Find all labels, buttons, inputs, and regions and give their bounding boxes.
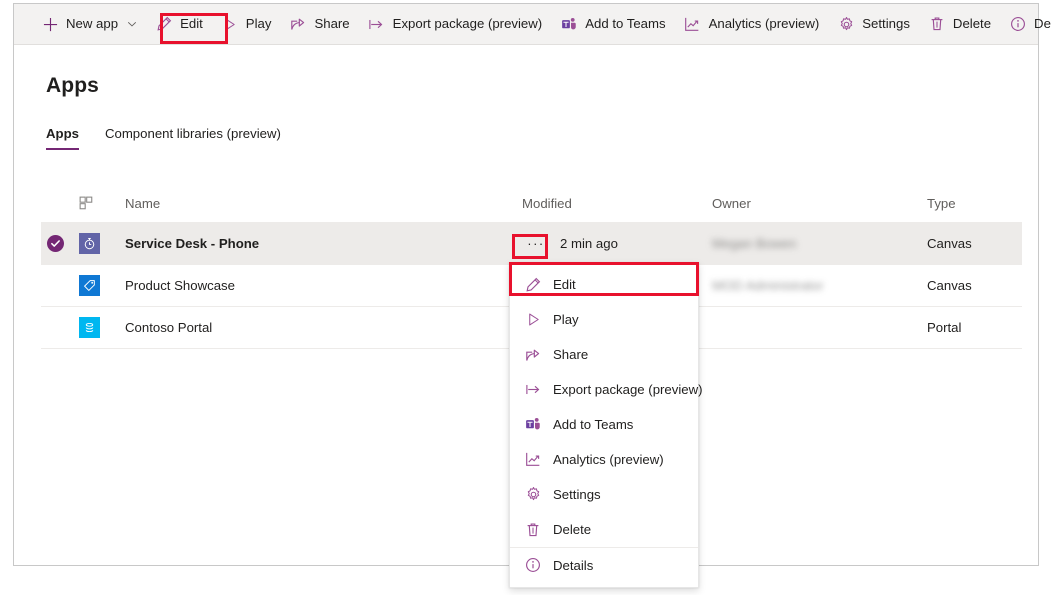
info-icon [1009,15,1027,33]
toolbar-analytics-button[interactable]: Analytics (preview) [675,4,829,44]
toolbar-details-label: Details [1034,17,1051,30]
toolbar-delete-label: Delete [953,17,991,30]
toolbar-add-to-teams-label: Add to Teams [585,17,665,30]
pencil-icon [155,15,173,33]
row-owner-cell: Megan Bowen [712,236,927,251]
header-modified[interactable]: Modified [522,196,712,211]
tab-component-libraries[interactable]: Component libraries (preview) [105,126,281,150]
row-owner-cell: MOD Administrator [712,278,927,293]
menu-item-edit[interactable]: Edit [510,267,698,302]
share-icon [289,15,307,33]
menu-item-add-to-teams-label: Add to Teams [553,417,633,432]
toolbar-settings-label: Settings [862,17,910,30]
menu-item-settings[interactable]: Settings [510,477,698,512]
menu-item-export-package[interactable]: Export package (preview) [510,372,698,407]
menu-item-export-package-label: Export package (preview) [553,382,703,397]
row-app-icon-cell [79,317,125,338]
pivot-tabs: Apps Component libraries (preview) [46,126,307,150]
row-selection-checkbox[interactable] [41,235,79,252]
header-name[interactable]: Name [125,196,522,211]
toolbar-analytics-label: Analytics (preview) [709,17,820,30]
toolbar-share-button[interactable]: Share [280,4,358,44]
menu-item-play[interactable]: Play [510,302,698,337]
menu-item-details[interactable]: Details [510,547,698,582]
analytics-icon [684,15,702,33]
pencil-icon [524,276,542,294]
row-modified-cell: ··· 2 min ago [522,234,712,254]
row-type-value: Canvas [927,236,1022,251]
toolbar-export-package-label: Export package (preview) [393,17,543,30]
row-type-value: Portal [927,320,1022,335]
toolbar-settings-button[interactable]: Settings [828,4,919,44]
share-icon [524,346,542,364]
tab-component-libraries-label: Component libraries (preview) [105,126,281,141]
menu-item-delete-label: Delete [553,522,591,537]
row-app-icon-cell [79,275,125,296]
menu-item-edit-label: Edit [553,277,576,292]
row-app-icon-cell [79,233,125,254]
layout-grid-icon [79,196,94,211]
page-title: Apps [46,74,99,98]
gear-icon [524,486,542,504]
menu-item-analytics[interactable]: Analytics (preview) [510,442,698,477]
header-icon-cell[interactable] [79,196,125,211]
row-owner-value-redacted: MOD Administrator [712,278,823,293]
analytics-icon [524,451,542,469]
menu-item-delete[interactable]: Delete [510,512,698,547]
menu-item-share[interactable]: Share [510,337,698,372]
info-icon [524,556,542,574]
export-icon [368,15,386,33]
teams-icon [524,416,542,434]
play-icon [524,311,542,329]
header-type[interactable]: Type [927,196,1022,211]
toolbar-play-label: Play [246,17,272,30]
trash-icon [928,15,946,33]
toolbar-play-button[interactable]: Play [212,4,281,44]
app-screenshot: New app Edit Play [0,0,1051,595]
row-overflow-menu-button[interactable]: ··· [522,234,550,254]
teams-icon [560,15,578,33]
export-icon [524,381,542,399]
app-frame: New app Edit Play [13,3,1039,566]
toolbar-new-app-label: New app [66,17,118,30]
globe-icon [79,317,100,338]
row-owner-value-redacted: Megan Bowen [712,236,796,251]
tag-icon [79,275,100,296]
table-row[interactable]: Service Desk - Phone ··· 2 min ago Megan… [41,223,1022,265]
toolbar-edit-label: Edit [180,17,203,30]
toolbar-edit-button[interactable]: Edit [146,4,212,44]
list-header-row: Name Modified Owner Type [41,185,1022,223]
row-app-name[interactable]: Service Desk - Phone [125,236,522,251]
plus-icon [41,15,59,33]
row-type-value: Canvas [927,278,1022,293]
menu-item-play-label: Play [553,312,579,327]
toolbar-export-package-button[interactable]: Export package (preview) [359,4,552,44]
play-icon [221,15,239,33]
check-icon [47,235,64,252]
toolbar-details-button[interactable]: Details [1000,4,1051,44]
toolbar-delete-button[interactable]: Delete [919,4,1000,44]
context-menu: Edit Play Share [509,262,699,588]
header-owner[interactable]: Owner [712,196,927,211]
toolbar-new-app-button[interactable]: New app [32,4,146,44]
menu-item-analytics-label: Analytics (preview) [553,452,664,467]
command-bar: New app Edit Play [14,4,1038,45]
menu-item-share-label: Share [553,347,588,362]
row-app-name[interactable]: Product Showcase [125,278,522,293]
toolbar-add-to-teams-button[interactable]: Add to Teams [551,4,674,44]
tab-apps-label: Apps [46,126,79,141]
toolbar-share-label: Share [314,17,349,30]
trash-icon [524,521,542,539]
stopwatch-icon [79,233,100,254]
menu-item-details-label: Details [553,558,593,573]
menu-item-add-to-teams[interactable]: Add to Teams [510,407,698,442]
gear-icon [837,15,855,33]
row-app-name[interactable]: Contoso Portal [125,320,522,335]
chevron-down-icon[interactable] [127,19,137,29]
menu-item-settings-label: Settings [553,487,601,502]
tab-apps[interactable]: Apps [46,126,79,150]
row-modified-value: 2 min ago [560,236,618,251]
